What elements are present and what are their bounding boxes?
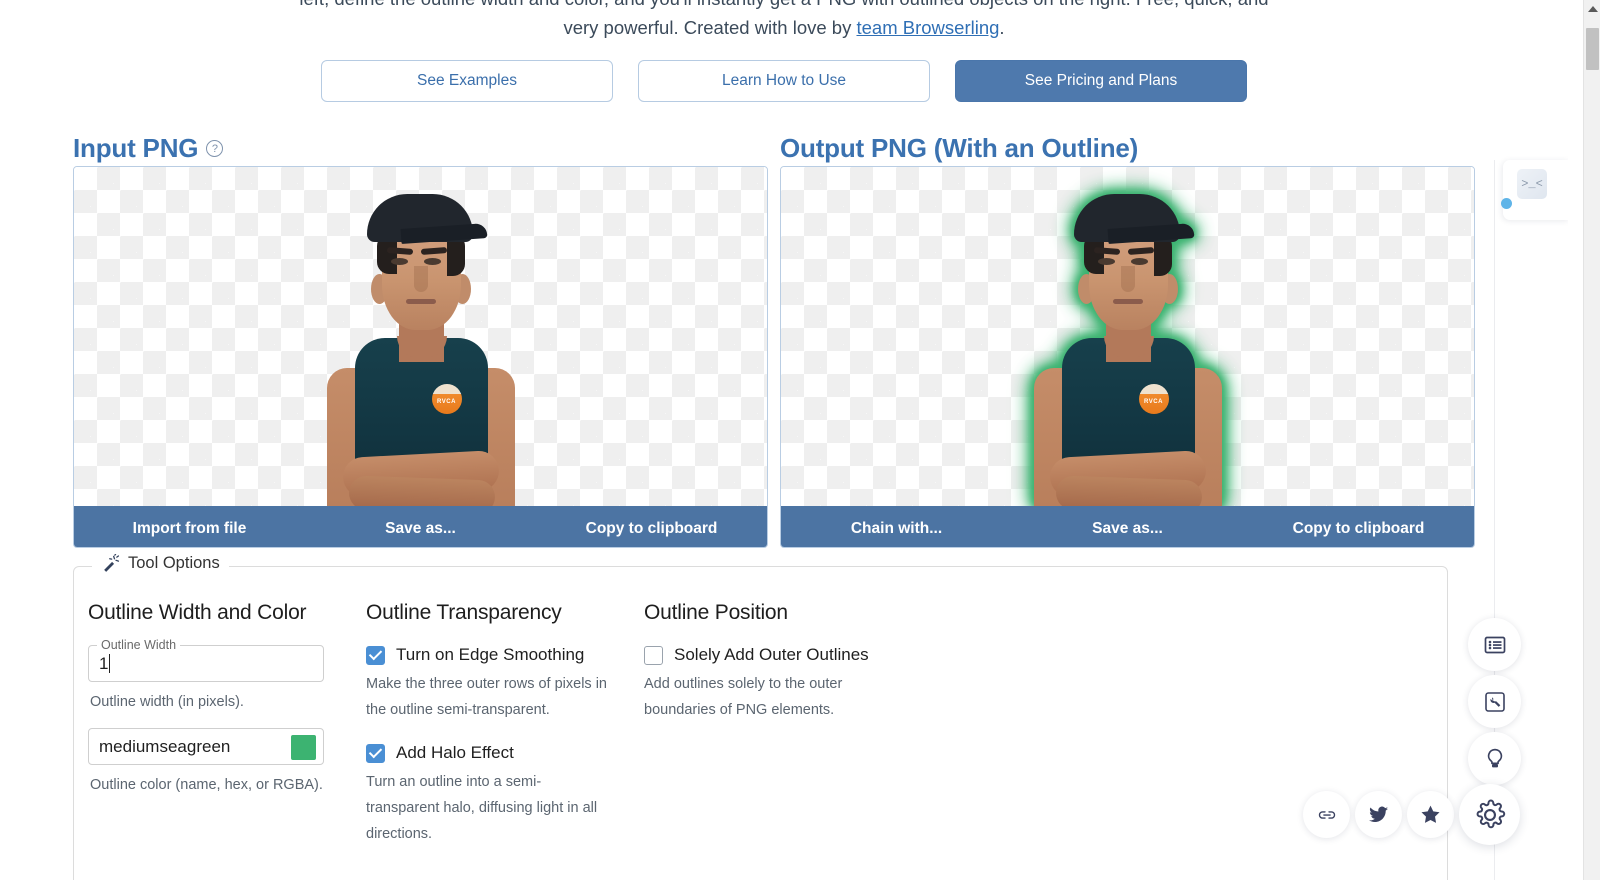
outer-outlines-row[interactable]: Solely Add Outer Outlines [644,645,922,665]
input-png-pane: RVCA Import from file Save as... Copy to… [73,166,768,548]
halo-effect-checkbox[interactable] [366,743,385,763]
all-tools-button[interactable] [1468,618,1521,671]
suggest-idea-button[interactable] [1468,732,1521,785]
team-browserling-link[interactable]: team Browserling [856,17,999,38]
bottom-icon-row [1303,784,1520,845]
forearm-lower [1054,475,1203,506]
outer-outlines-checkbox[interactable] [644,645,663,665]
outline-width-input-label: Outline Width [97,638,181,652]
outer-outlines-hint: Add outlines solely to the outer boundar… [644,676,843,718]
input-canvas[interactable]: RVCA [74,167,767,506]
forearm-lower [347,475,496,506]
emoticon-face-icon: >_< [1517,169,1547,199]
halo-effect-row[interactable]: Add Halo Effect [366,743,644,763]
intro-paragraph: left, define the outline width and color… [0,0,1568,42]
page-viewport: left, define the outline width and color… [0,0,1568,880]
outline-width-value: 1 [99,653,109,673]
text-caret [109,654,111,673]
shirt-patch: RVCA [1138,384,1169,414]
outline-color-value: mediumseagreen [99,736,231,756]
outline-width-input[interactable]: Outline Width 1 [88,638,324,682]
input-png-title-text: Input PNG [73,133,199,163]
output-save-as-button[interactable]: Save as... [1012,520,1243,538]
output-png-title-text: Output PNG (With an Outline) [780,133,1139,163]
tool-options-legend: Tool Options [92,554,229,573]
learn-how-to-use-button[interactable]: Learn How to Use [638,60,930,102]
star-icon [1421,805,1440,823]
edge-smoothing-row[interactable]: Turn on Edge Smoothing [366,645,644,665]
intro-line-2-pre: very powerful. Created with love by [563,17,857,38]
outline-position-column: Outline Position Solely Add Outer Outlin… [644,601,922,867]
output-png-title: Output PNG (With an Outline) [780,133,1138,164]
outline-transparency-heading: Outline Transparency [366,601,562,624]
halo-effect-hint: Turn an outline into a semi-transparent … [366,774,598,842]
wrench-icon [1484,691,1505,712]
input-png-title: Input PNG ? [73,133,224,164]
output-copy-to-clipboard-button[interactable]: Copy to clipboard [1243,520,1474,538]
input-copy-to-clipboard-button[interactable]: Copy to clipboard [536,520,767,538]
outline-color-input[interactable]: mediumseagreen [88,728,324,765]
output-image-subject: RVCA [1008,186,1248,506]
right-rail [1468,618,1521,785]
eye-left [390,258,408,265]
top-button-row: See Examples Learn How to Use See Pricin… [0,60,1568,102]
share-link-button[interactable] [1303,791,1350,838]
see-examples-button[interactable]: See Examples [321,60,613,102]
mouth [1112,299,1143,304]
tool-settings-button[interactable] [1468,675,1521,728]
tool-options-panel: Tool Options Outline Width and Color Out… [73,554,1448,880]
twitter-button[interactable] [1355,791,1402,838]
input-image-subject: RVCA [301,186,541,506]
input-action-bar: Import from file Save as... Copy to clip… [74,506,767,547]
bookmark-button[interactable] [1407,791,1454,838]
intro-line-2: very powerful. Created with love by team… [0,13,1568,42]
output-action-bar: Chain with... Save as... Copy to clipboa… [781,506,1474,547]
lightbulb-icon [1487,748,1502,767]
eye-right [423,258,441,265]
mini-widget-panel[interactable]: >_< [1503,160,1568,220]
list-icon [1484,636,1505,653]
tool-options-columns: Outline Width and Color Outline Width 1 … [88,601,1433,867]
intro-line-1: left, define the outline width and color… [0,0,1568,13]
outline-width-hint: Outline width (in pixels). [90,694,244,710]
chain-with-button[interactable]: Chain with... [781,520,1012,538]
gear-icon [1476,799,1505,828]
mouth [405,299,436,304]
question-mark-circle-icon[interactable]: ? [206,140,224,157]
outline-position-heading: Outline Position [644,601,788,624]
twitter-icon [1368,806,1389,823]
shirt-patch: RVCA [431,384,462,414]
outer-outlines-label: Solely Add Outer Outlines [674,645,869,664]
edge-smoothing-hint: Make the three outer rows of pixels in t… [366,676,607,718]
link-icon [1318,810,1335,819]
scroll-up-arrow[interactable] [1584,0,1600,17]
import-from-file-button[interactable]: Import from file [74,520,305,538]
color-swatch[interactable] [291,735,316,760]
scrollbar-thumb[interactable] [1586,28,1599,70]
magic-wand-icon [104,554,120,572]
eye-right [1130,258,1148,265]
output-canvas[interactable]: RVCA [781,167,1474,506]
halo-effect-label: Add Halo Effect [396,743,514,762]
page-root: left, define the outline width and color… [0,0,1600,880]
outline-transparency-column: Outline Transparency Turn on Edge Smooth… [366,601,644,867]
see-pricing-and-plans-button[interactable]: See Pricing and Plans [955,60,1247,102]
edge-smoothing-label: Turn on Edge Smoothing [396,645,585,664]
tool-options-legend-text: Tool Options [128,554,220,572]
mini-widget-dot[interactable] [1501,198,1512,209]
nose [1120,266,1135,292]
intro-line-2-post: . [999,17,1005,38]
nose [413,266,428,292]
outline-color-hint: Outline color (name, hex, or RGBA). [90,777,323,793]
outline-width-and-color-column: Outline Width and Color Outline Width 1 … [88,601,366,867]
eye-left [1097,258,1115,265]
page-scrollbar[interactable] [1583,0,1600,880]
output-png-pane: RVCA Chain with... Save as... Copy to cl… [780,166,1475,548]
settings-button[interactable] [1459,784,1520,845]
input-save-as-button[interactable]: Save as... [305,520,536,538]
edge-smoothing-checkbox[interactable] [366,645,385,665]
outline-width-and-color-heading: Outline Width and Color [88,601,307,624]
